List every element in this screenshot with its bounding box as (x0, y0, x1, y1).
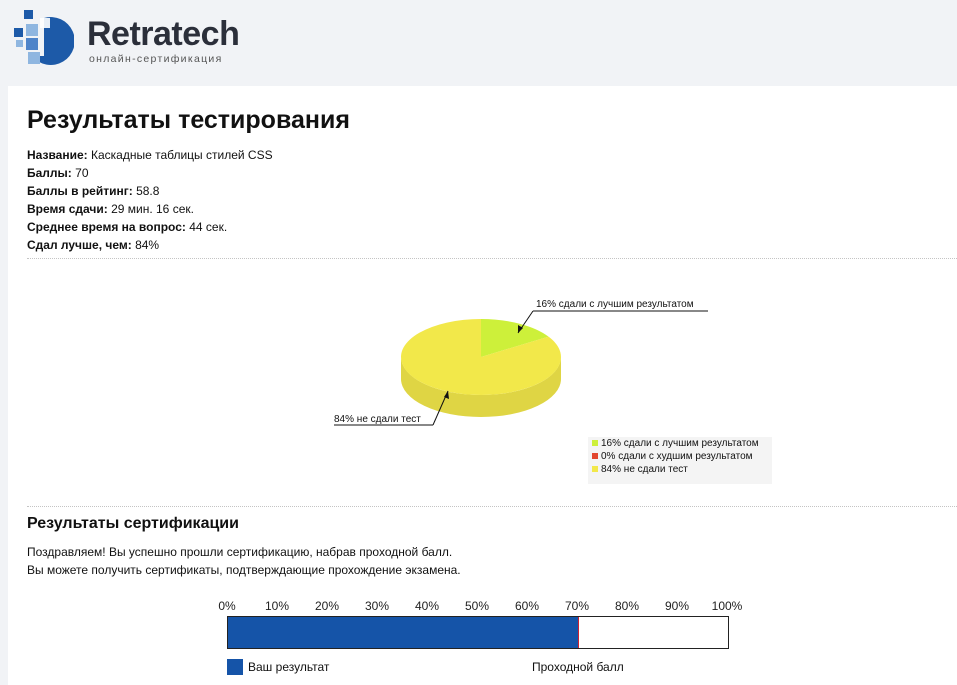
pie-legend-label: 16% сдали с лучшим результатом (601, 438, 759, 449)
pie-chart-svg: 16% сдали с лучшим результатом 84% не сда… (334, 299, 772, 484)
your-result-legend-swatch (227, 659, 243, 675)
page-title: Результаты тестирования (27, 106, 350, 134)
info-value: 58.8 (136, 184, 160, 198)
scale-tick-label: 30% (364, 599, 390, 613)
pie-legend-swatch (592, 453, 598, 459)
main-content: Результаты тестирования Название: Каскад… (8, 86, 957, 685)
result-progress-fill (228, 617, 579, 648)
info-row-avg: Среднее время на вопрос: 44 сек. (27, 218, 273, 236)
info-row-score: Баллы: 70 (27, 164, 273, 182)
certification-message: Поздравляем! Вы успешно прошли сертифика… (27, 543, 461, 579)
scale-tick-label: 10% (264, 599, 290, 613)
scale-tick-label: 40% (414, 599, 440, 613)
scale-tick-label: 0% (218, 599, 236, 613)
scale-tick-label: 100% (711, 599, 743, 613)
certification-message-line: Поздравляем! Вы успешно прошли сертифика… (27, 545, 453, 559)
divider (27, 506, 957, 507)
pie-callout-label: 16% сдали с лучшим результатом (536, 299, 694, 310)
brand-name[interactable]: Retratech (87, 15, 240, 54)
your-result-legend-label: Ваш результат (248, 660, 330, 674)
divider (27, 258, 957, 259)
result-progress-bar (227, 616, 729, 649)
info-label: Время сдачи: (27, 202, 108, 216)
results-pie-chart: 16% сдали с лучшим результатом 84% не сда… (8, 261, 957, 501)
scale-tick-label: 50% (464, 599, 490, 613)
info-value: 84% (135, 238, 160, 252)
info-row-better: Сдал лучше, чем: 84% (27, 236, 273, 254)
info-label: Название: (27, 148, 88, 162)
info-row-time: Время сдачи: 29 мин. 16 сек. (27, 200, 273, 218)
info-label: Среднее время на вопрос: (27, 220, 186, 234)
pie-legend-label: 84% не сдали тест (601, 464, 688, 475)
scale-tick-label: 20% (314, 599, 340, 613)
pie-legend-swatch (592, 466, 598, 472)
site-header: Retratech онлайн-сертификация (0, 0, 957, 86)
brand-tagline: онлайн-сертификация (89, 53, 223, 65)
info-value: 29 мин. 16 сек. (111, 202, 194, 216)
info-label: Сдал лучше, чем: (27, 238, 132, 252)
passing-score-label: Проходной балл (532, 660, 624, 674)
retratech-logo-icon[interactable] (14, 10, 74, 66)
scale-tick-label: 80% (614, 599, 640, 613)
certification-message-line: Вы можете получить сертификаты, подтверж… (27, 563, 461, 577)
scale-tick-label: 60% (514, 599, 540, 613)
pie-legend-label: 0% сдали с худшим результатом (601, 451, 753, 462)
scale-tick-label: 90% (664, 599, 690, 613)
test-info: Название: Каскадные таблицы стилей CSS Б… (27, 146, 273, 254)
info-value: Каскадные таблицы стилей CSS (90, 148, 273, 162)
pie-legend-swatch (592, 440, 598, 446)
info-row-name: Название: Каскадные таблицы стилей CSS (27, 146, 273, 164)
scale-tick-label: 70% (564, 599, 590, 613)
pie-callout-label: 84% не сдали тест (334, 414, 421, 425)
info-label: Баллы: (27, 166, 72, 180)
info-value: 70 (75, 166, 89, 180)
info-row-rating: Баллы в рейтинг: 58.8 (27, 182, 273, 200)
certification-title: Результаты сертификации (27, 515, 239, 532)
info-label: Баллы в рейтинг: (27, 184, 133, 198)
info-value: 44 сек. (189, 220, 228, 234)
